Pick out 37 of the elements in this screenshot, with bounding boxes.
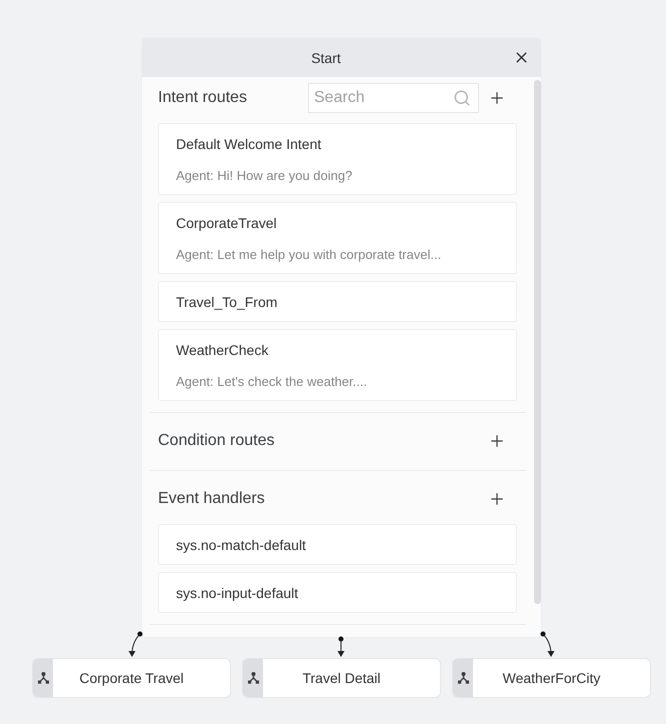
connector-arrow xyxy=(338,636,344,657)
search-field[interactable]: Search xyxy=(308,83,479,113)
route-response: Agent: Hi! How are you doing? xyxy=(176,167,352,185)
connector-arrow xyxy=(128,632,142,657)
flow-node[interactable]: WeatherForCity xyxy=(452,658,651,698)
plus-icon xyxy=(488,89,506,107)
route-card[interactable]: CorporateTravel Agent: Let me help you with corporate travel... xyxy=(158,202,517,274)
route-card[interactable]: sys.no-input-default xyxy=(158,572,517,613)
route-name: sys.no-input-default xyxy=(176,584,298,603)
connector-arrow xyxy=(540,632,554,657)
fork-icon xyxy=(38,672,48,684)
scrollbar[interactable] xyxy=(534,80,541,604)
section-title: Condition routes xyxy=(158,432,275,450)
plus-icon xyxy=(488,432,506,450)
flow-node[interactable]: Travel Detail xyxy=(242,658,441,698)
route-card[interactable]: sys.no-match-default xyxy=(158,524,517,565)
route-name: WeatherCheck xyxy=(176,341,268,360)
section-title: Event handlers xyxy=(158,490,265,508)
route-card[interactable]: Default Welcome Intent Agent: Hi! How are you doing? xyxy=(158,123,517,195)
fork-icon xyxy=(458,672,468,684)
route-card[interactable]: Travel_To_From xyxy=(158,281,517,322)
flow-node[interactable]: Corporate Travel xyxy=(32,658,231,698)
route-name: Travel_To_From xyxy=(176,293,278,312)
route-name: CorporateTravel xyxy=(176,214,277,233)
plus-icon xyxy=(488,490,506,508)
route-name: sys.no-match-default xyxy=(176,536,306,555)
node-label: Travel Detail xyxy=(302,670,381,686)
route-response: Agent: Let me help you with corporate travel... xyxy=(176,246,442,264)
route-response: Agent: Let's check the weather.... xyxy=(176,373,368,391)
route-name: Default Welcome Intent xyxy=(176,135,322,154)
section-title: Intent routes xyxy=(158,89,247,107)
fork-icon xyxy=(248,672,258,684)
search-icon xyxy=(453,89,471,107)
node-label: Corporate Travel xyxy=(79,670,184,686)
panel-title: Start xyxy=(311,50,341,66)
node-label: WeatherForCity xyxy=(502,670,600,686)
route-card[interactable]: WeatherCheck Agent: Let's check the weather.... xyxy=(158,329,517,401)
